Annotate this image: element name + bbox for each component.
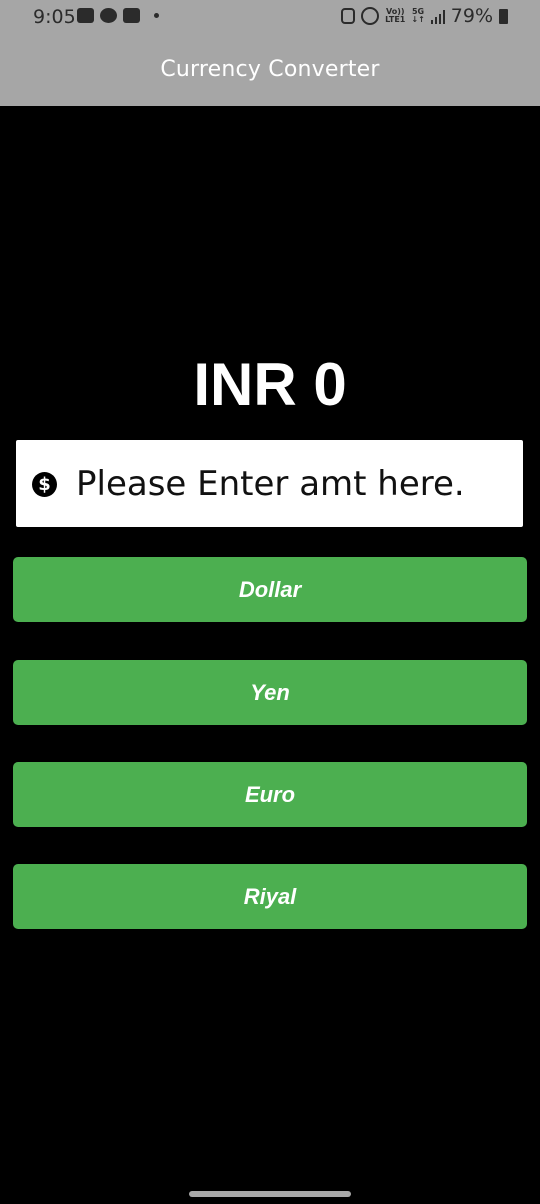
- app-screen: 9:05 Vo)) LTE1 5G ↓↑ 79% Currency Conver…: [0, 0, 540, 1204]
- status-notification-icons: [77, 8, 159, 23]
- battery-percent: 79%: [450, 5, 493, 27]
- amount-field[interactable]: $: [16, 440, 523, 527]
- network-indicator: 5G ↓↑: [411, 8, 424, 24]
- home-indicator[interactable]: [189, 1191, 351, 1197]
- volte-bottom-label: LTE1: [385, 15, 406, 24]
- youtube-icon: [123, 8, 140, 23]
- conversion-result: INR 0: [193, 351, 347, 418]
- network-activity-label: ↓↑: [411, 15, 425, 24]
- status-system-icons: Vo)) LTE1 5G ↓↑ 79%: [341, 5, 508, 27]
- volte-indicator: Vo)) LTE1: [385, 8, 405, 24]
- dollar-icon: $: [32, 472, 57, 497]
- app-bar: Currency Converter: [0, 33, 540, 106]
- riyal-button[interactable]: Riyal: [13, 864, 527, 929]
- status-time: 9:05: [33, 6, 76, 28]
- hotspot-icon: [361, 7, 380, 25]
- gallery-icon: [77, 8, 94, 23]
- euro-button[interactable]: Euro: [13, 762, 527, 827]
- signal-icon: [430, 8, 445, 24]
- status-bar: 9:05 Vo)) LTE1 5G ↓↑ 79%: [0, 0, 540, 33]
- dollar-button[interactable]: Dollar: [13, 557, 527, 622]
- yen-button[interactable]: Yen: [13, 660, 527, 725]
- sim-icon: [341, 8, 356, 24]
- amount-input[interactable]: [76, 440, 516, 527]
- chat-icon: [100, 8, 117, 23]
- notification-dot-icon: [154, 13, 159, 18]
- app-title: Currency Converter: [160, 57, 380, 82]
- battery-icon: [499, 8, 508, 24]
